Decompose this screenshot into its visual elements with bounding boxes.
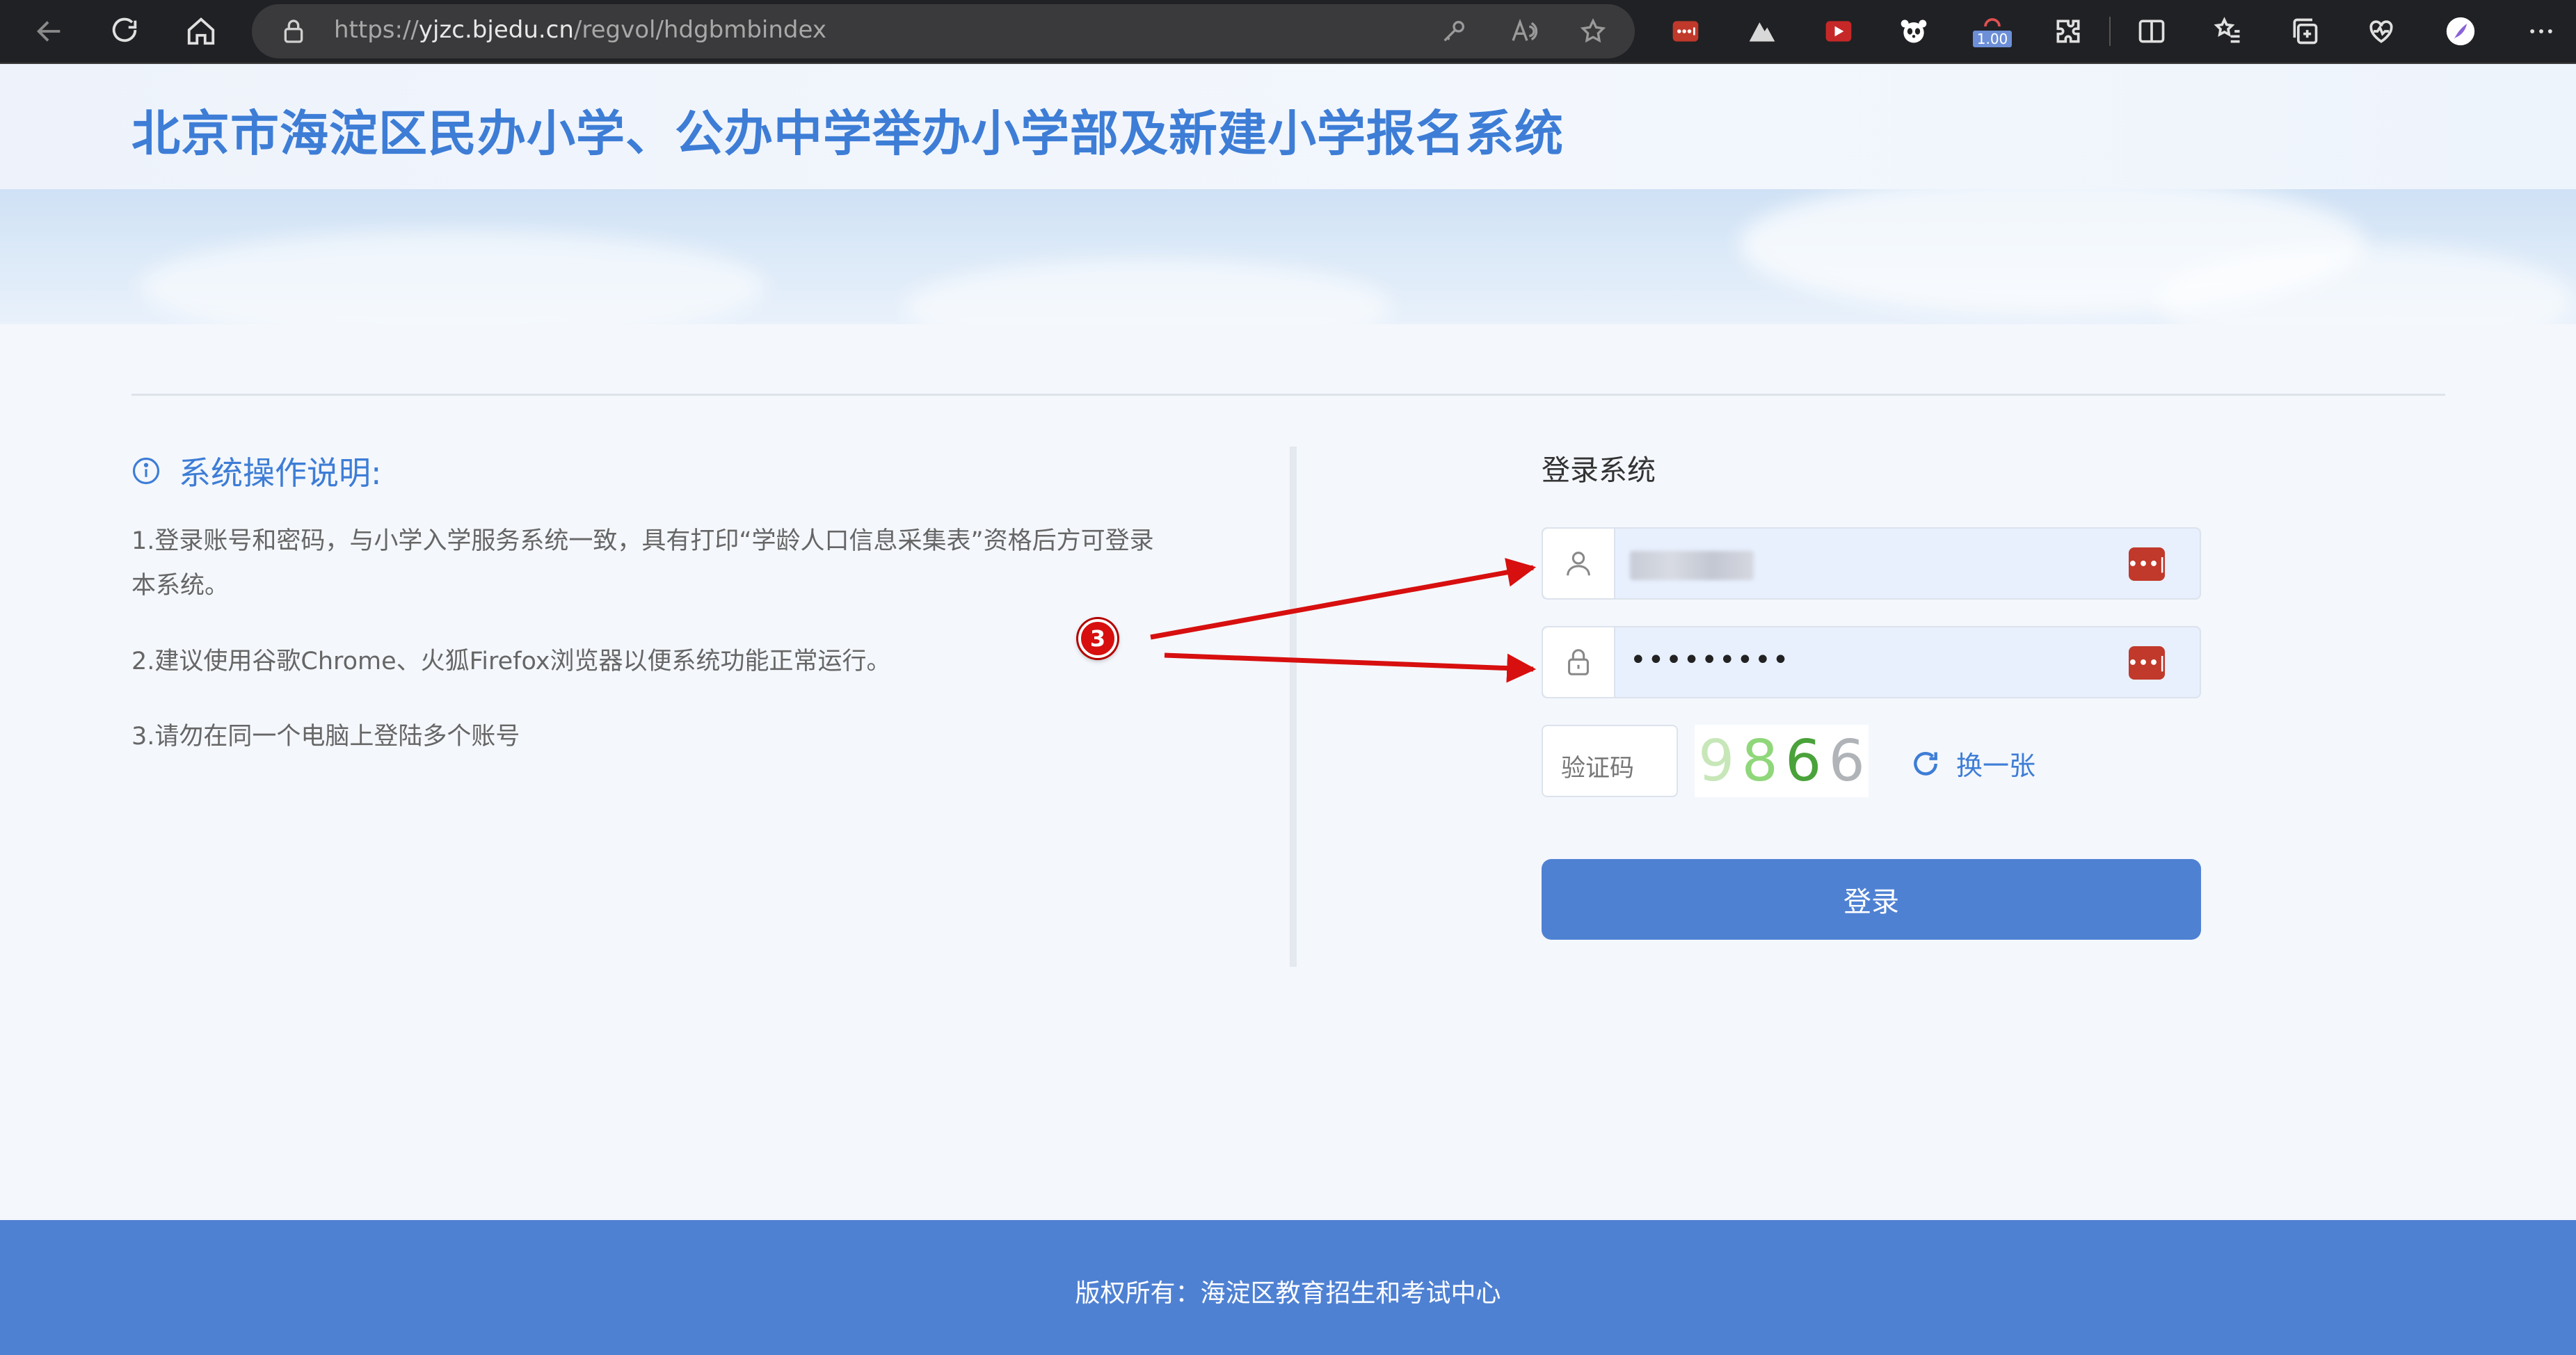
annotation-step-badge: 3 [1078,619,1117,658]
refresh-captcha-link[interactable]: 换一张 [1910,744,2035,783]
instruction-line-3: 3.请勿在同一个电脑上登陆多个账号 [131,723,520,751]
read-aloud-icon[interactable] [1510,17,1537,45]
address-bar[interactable]: https://yjzc.bjedu.cn/regvol/hdgbmbindex [252,4,1635,58]
reload-icon [112,17,137,42]
vertical-divider [1290,447,1297,967]
username-icon-cell [1543,529,1615,598]
annotation-arrow-password [1164,652,1537,683]
password-manager-icon [1672,21,1699,42]
password-manager-extension[interactable] [1667,13,1704,50]
favorites-list-icon [2214,17,2240,43]
home-button[interactable] [179,10,223,53]
password-value: ••••••••• [1630,644,1791,676]
collections-button[interactable] [2286,13,2323,50]
puzzle-icon [2056,19,2080,43]
password-manager-icon[interactable]: •••| [2128,646,2165,680]
favorite-star-icon[interactable] [1579,17,1607,45]
captcha-input[interactable]: 验证码 [1542,725,1678,797]
captcha-placeholder: 验证码 [1561,755,1635,783]
favorites-button[interactable] [2209,13,2247,50]
password-field[interactable]: ••••••••• •••| [1542,626,2201,698]
instructions-header: 系统操作说明: [131,448,382,494]
captcha-digit: 6 [1828,728,1865,794]
refresh-captcha-label: 换一张 [1956,751,2036,781]
mountain-extension[interactable] [1743,13,1781,50]
arrow-left-icon [36,21,61,42]
key-icon[interactable] [1440,17,1468,45]
instruction-line-1: 1.登录账号和密码，与小学入学服务系统一致，具有打印“学龄人口信息采集表”资格后… [131,527,1154,555]
captcha-digit: 6 [1785,728,1822,794]
login-title: 登录系统 [1542,454,1656,487]
video-extension[interactable] [1820,13,1857,50]
mountain-icon [1749,22,1775,42]
collections-icon [2293,18,2318,45]
heart-pulse-icon [2369,20,2393,43]
panda-icon [1901,19,1927,43]
more-dots-icon [2530,29,2552,33]
annotation-arrow-username [1150,558,1537,640]
copyright-text: 版权所有：海淀区教育招生和考试中心 [1075,1279,1501,1308]
captcha-digit: 8 [1741,728,1778,794]
panda-extension[interactable] [1895,13,1933,50]
speed-badge: 1.00 [1973,31,2012,47]
url-text: https://yjzc.bjedu.cn/regvol/hdgbmbindex [334,16,826,44]
login-button[interactable]: 登录 [1542,859,2201,940]
username-field[interactable]: •••| [1542,527,2201,600]
back-button[interactable] [28,10,71,53]
captcha-image[interactable]: 9 8 6 6 [1695,725,1869,797]
health-button[interactable] [2362,13,2400,50]
browser-toolbar: https://yjzc.bjedu.cn/regvol/hdgbmbindex… [0,0,2576,64]
site-title: 北京市海淀区民办小学、公办中学举办小学部及新建小学报名系统 [131,105,1564,162]
instruction-line-1-cont: 本系统。 [131,572,230,600]
lock-icon [284,19,303,43]
username-value-redacted [1630,551,1754,580]
padlock-icon [1568,649,1589,675]
feather-avatar-icon [2446,17,2475,46]
reload-button[interactable] [103,10,146,53]
extensions-button[interactable] [2049,13,2087,50]
refresh-icon [1914,751,1937,776]
more-menu-button[interactable] [2522,13,2560,50]
home-icon [187,17,215,45]
captcha-digit: 9 [1698,728,1735,794]
cloud-banner-image [0,189,2576,324]
password-icon-cell [1543,627,1615,697]
horizontal-divider [131,394,2445,396]
speed-extension[interactable]: 1.00 [1970,13,2015,50]
password-manager-icon[interactable]: •••| [2128,547,2165,581]
user-icon [1567,552,1590,576]
footer: 版权所有：海淀区教育招生和考试中心 [0,1220,2576,1355]
toolbar-separator [2109,17,2111,46]
split-screen-button[interactable] [2133,13,2170,50]
profile-button[interactable] [2442,13,2479,50]
video-icon [1825,21,1852,42]
info-icon [132,457,160,485]
instructions-title: 系统操作说明: [179,454,382,492]
instruction-line-2: 2.建议使用谷歌Chrome、火狐Firefox浏览器以便系统功能正常运行。 [131,648,891,675]
split-screen-icon [2138,19,2165,43]
